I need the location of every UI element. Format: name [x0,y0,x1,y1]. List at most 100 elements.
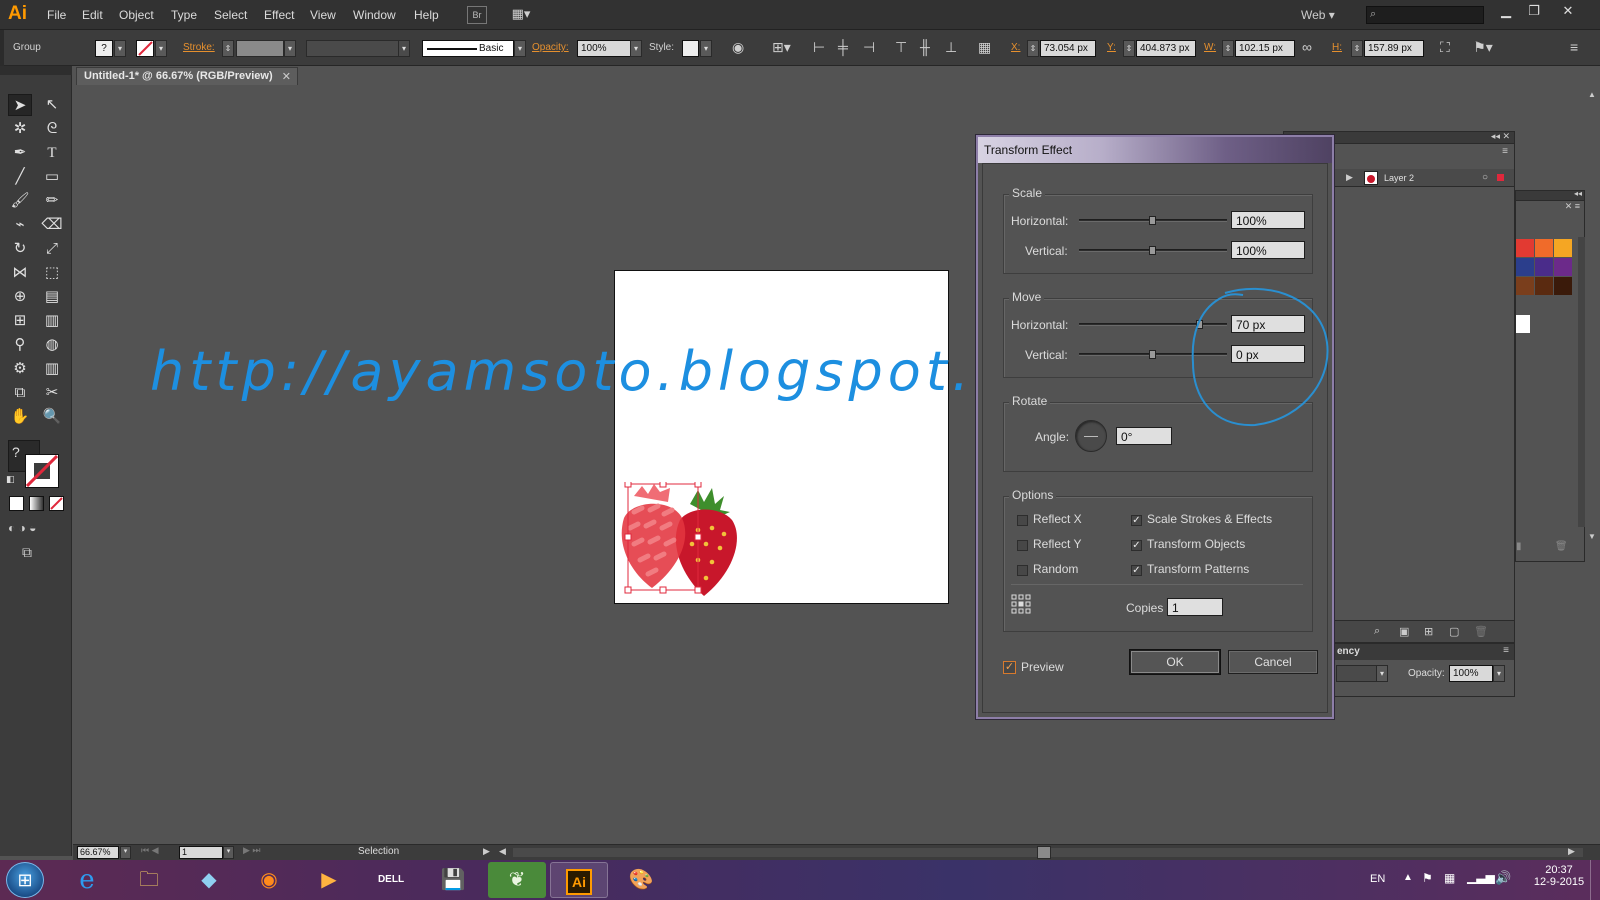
layers-panel-collapse-icon[interactable]: ◂◂ ✕ [1491,131,1510,142]
blend-tool-icon[interactable]: ◍ [40,334,64,356]
current-tool-status[interactable]: Selection [358,846,399,857]
dialog-title[interactable]: Transform Effect [978,137,1332,163]
swatch[interactable] [1554,258,1572,276]
transform-patterns-checkbox[interactable]: ✓ [1131,565,1142,576]
artboard-dropdown[interactable]: ▾ [223,846,234,859]
clock[interactable]: 20:37 12-9-2015 [1532,864,1586,888]
color-mode-icon[interactable] [9,496,24,511]
stroke-weight-dropdown[interactable]: ▾ [284,40,296,57]
gradient-tool-icon[interactable]: ▥ [40,310,64,332]
stroke-weight-input[interactable] [236,40,284,57]
x-stepper[interactable]: ⇕ [1027,40,1039,57]
blend-mode-dropdown[interactable]: ▾ [1376,665,1388,682]
mesh-tool-icon[interactable]: ⊞ [8,310,32,332]
transparency-opacity-input[interactable]: 100% [1449,665,1493,682]
type-tool-icon[interactable]: T [40,142,64,164]
layer-target-icon[interactable]: ○ [1482,172,1488,183]
x-input[interactable]: 73.054 px [1040,40,1096,57]
menu-effect[interactable]: Effect [264,8,294,22]
stroke-swatch[interactable] [136,40,154,57]
make-clipping-mask-icon[interactable]: ▣ [1399,625,1409,638]
search-input[interactable] [1366,6,1484,24]
h-input[interactable]: 157.89 px [1364,40,1424,57]
scale-horizontal-input[interactable]: 100% [1231,211,1305,229]
horizontal-align-center-icon[interactable]: ╪ [838,39,848,55]
menu-window[interactable]: Window [353,8,396,22]
notes-app-icon[interactable]: ◆ [180,862,238,898]
workspace-switcher[interactable]: Web ▾ [1301,8,1335,22]
show-hidden-icons-icon[interactable]: ▲ [1403,872,1413,883]
swatch[interactable] [1535,277,1553,295]
internet-explorer-icon[interactable]: e [58,862,116,898]
brush-dropdown[interactable]: ▾ [514,40,526,57]
angle-dial[interactable] [1075,420,1107,452]
none-mode-icon[interactable] [49,496,64,511]
preview-checkbox[interactable]: ✓ [1003,661,1016,674]
last-artboard-icon[interactable]: ▶ ⏭ [243,845,261,856]
file-explorer-icon[interactable]: 🗀 [120,862,178,898]
horizontal-align-left-icon[interactable]: ⊢ [813,39,825,56]
move-vertical-thumb[interactable] [1149,350,1156,359]
media-player-icon[interactable]: ▶ [300,862,358,898]
vertical-align-top-icon[interactable]: ⊤ [895,39,907,56]
canvas-vertical-scrollbar[interactable]: ▲ ▼ [1586,86,1600,546]
opacity-label[interactable]: Opacity: [532,42,569,53]
layers-panel-menu-icon[interactable]: ≡ [1502,146,1508,157]
screen-mode-icon[interactable]: ⧉ [22,544,32,561]
swatches-panel-collapse-icon[interactable]: ◂◂ [1574,189,1582,198]
artboard-number-input[interactable]: 1 [179,846,223,859]
transparency-panel-menu-icon[interactable]: ≡ [1503,645,1509,656]
column-graph-tool-icon[interactable]: ▥ [40,358,64,380]
close-document-icon[interactable]: ✕ [282,70,291,83]
width-tool-icon[interactable]: ⋈ [8,262,32,284]
artboard-tool-icon[interactable]: ⧉ [8,382,32,404]
delete-layer-icon[interactable]: 🗑 [1474,625,1488,638]
gradient-mode-icon[interactable] [29,496,44,511]
swatch[interactable] [1535,239,1553,257]
menu-view[interactable]: View [310,8,336,22]
minimize-icon[interactable]: ▁ [1494,3,1518,21]
scroll-down-icon[interactable]: ▼ [1588,532,1596,541]
transform-objects-checkbox[interactable]: ✓ [1131,540,1142,551]
signal-icon[interactable]: ▁▃▅ [1467,870,1495,884]
hand-tool-icon[interactable]: ✋ [8,406,32,428]
stroke-dropdown[interactable]: ▾ [155,40,167,57]
pen-tool-icon[interactable]: ✒ [8,142,32,164]
fill-swatch[interactable]: ? [95,40,113,57]
arrange-documents-icon[interactable]: ▦▾ [506,6,536,22]
h-stepper[interactable]: ⇕ [1351,40,1363,57]
scroll-up-icon[interactable]: ▲ [1588,90,1596,99]
bridge-button[interactable]: Br [467,6,487,24]
w-input[interactable]: 102.15 px [1235,40,1295,57]
slice-tool-icon[interactable]: ✂ [40,382,64,404]
transform-icon[interactable]: ⛶ [1440,39,1450,56]
angle-input[interactable]: 0° [1116,427,1172,445]
first-artboard-icon[interactable]: ⏮ ◀ [141,845,159,856]
zoom-tool-icon[interactable]: 🔍 [40,406,64,428]
swatch[interactable] [1554,277,1572,295]
rectangle-tool-icon[interactable]: ▭ [40,166,64,188]
show-desktop-button[interactable] [1590,860,1600,900]
scale-vertical-thumb[interactable] [1149,246,1156,255]
new-sublayer-icon[interactable]: ⊞ [1424,625,1433,638]
scale-tool-icon[interactable]: ⤢ [40,238,64,260]
graphic-style-swatch[interactable] [682,40,699,57]
white-swatch[interactable] [1516,315,1530,333]
stroke-none-swatch[interactable] [25,454,59,488]
variable-width-profile[interactable] [306,40,410,57]
language-indicator[interactable]: EN [1370,873,1385,885]
constrain-proportions-icon[interactable]: ∞ [1302,39,1312,55]
zoom-dropdown[interactable]: ▾ [120,846,131,859]
rotate-tool-icon[interactable]: ↻ [8,238,32,260]
transparency-opacity-dropdown[interactable]: ▾ [1493,665,1505,682]
recolor-artwork-icon[interactable]: ◉ [732,39,744,56]
paint-icon[interactable]: 🎨 [612,862,670,898]
eyedropper-tool-icon[interactable]: ⚲ [8,334,32,356]
start-button[interactable]: ⊞ [6,862,44,898]
illustrator-taskbar-button[interactable]: Ai [550,862,608,898]
drawing-modes-icon[interactable]: ◐ ◑ ◒ [8,521,64,535]
fill-unknown-icon[interactable]: ? [12,444,20,460]
swatch[interactable] [1535,258,1553,276]
reference-point-locator-icon[interactable] [1011,594,1031,614]
zoom-input[interactable]: 66.67% [77,846,119,859]
